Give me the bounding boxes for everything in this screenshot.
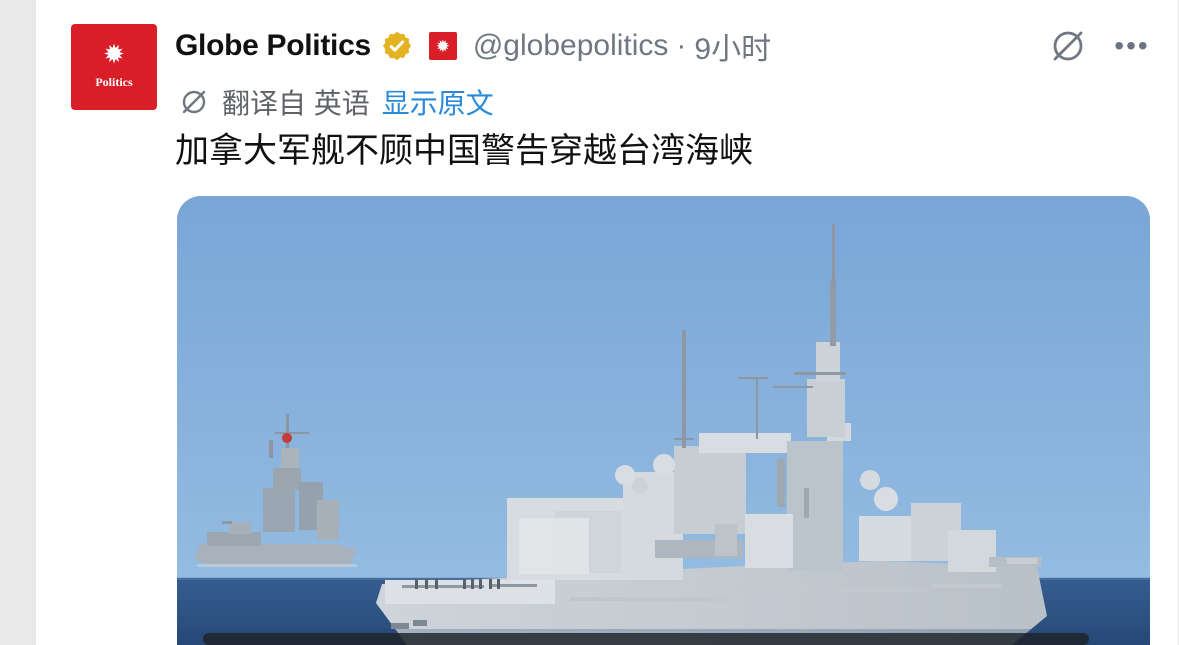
- post-image[interactable]: [177, 196, 1150, 645]
- timestamp[interactable]: 9小时: [694, 24, 771, 68]
- maple-leaf-icon: ✹: [103, 38, 125, 69]
- translation-icon: [178, 86, 210, 118]
- avatar[interactable]: ✹ Politics: [71, 24, 157, 110]
- screen: ✹ Politics Globe Politics ✹ @globepoliti…: [0, 0, 1179, 645]
- post-text: 加拿大军舰不顾中国警告穿越台湾海峡: [175, 132, 753, 170]
- show-original-link[interactable]: 显示原文: [382, 82, 494, 122]
- user-handle[interactable]: @globepolitics: [473, 29, 669, 63]
- display-name[interactable]: Globe Politics: [175, 29, 371, 63]
- avatar-label: Politics: [95, 74, 133, 89]
- canada-flag-icon: ✹: [428, 32, 457, 60]
- more-icon[interactable]: •••: [1110, 24, 1154, 68]
- post-card[interactable]: ✹ Politics Globe Politics ✹ @globepoliti…: [36, 0, 1178, 645]
- post-header: Globe Politics ✹ @globepolitics · 9小时: [175, 22, 1155, 70]
- translation-row: 翻译自 英语 显示原文: [178, 81, 494, 123]
- separator-dot: ·: [676, 29, 687, 62]
- grok-icon[interactable]: [1048, 26, 1088, 66]
- translation-label: 翻译自 英语: [222, 88, 370, 119]
- verified-badge-icon[interactable]: [381, 30, 413, 62]
